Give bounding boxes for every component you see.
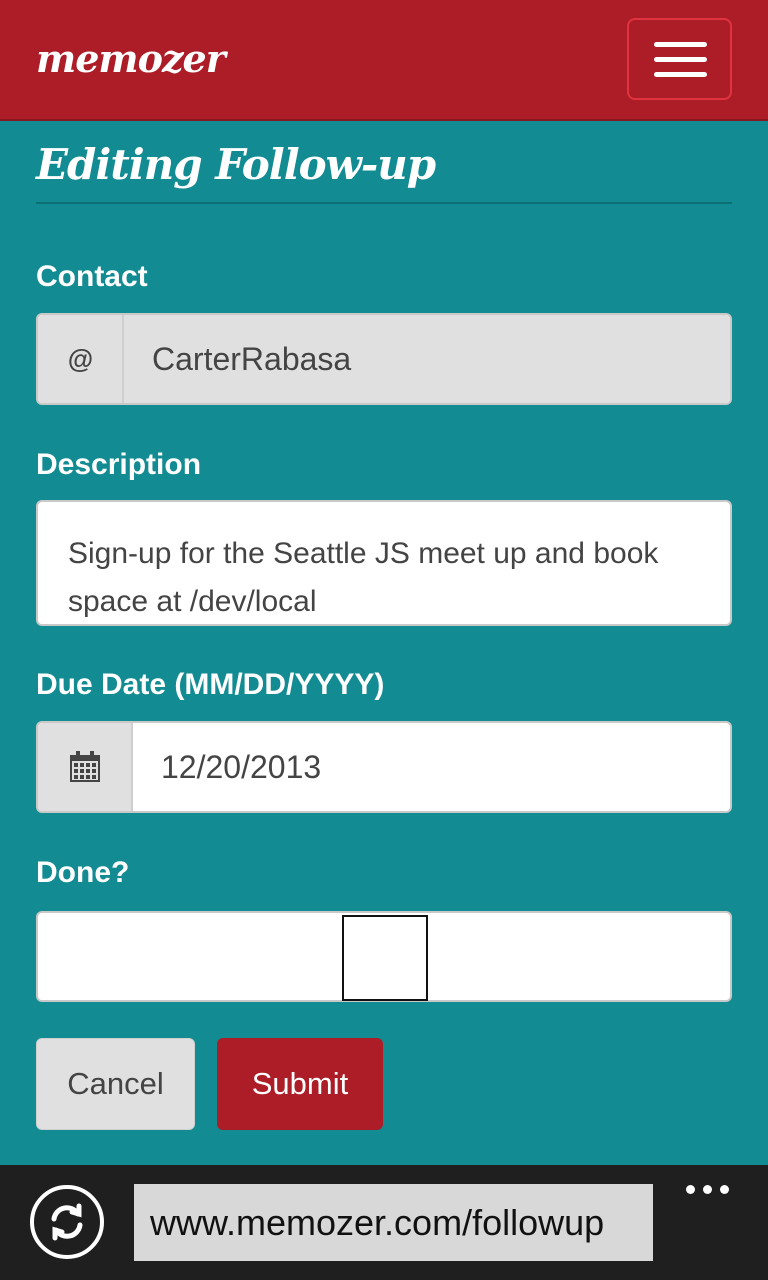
title-divider <box>36 202 732 204</box>
due-date-field[interactable]: 12/20/2013 <box>133 723 730 811</box>
navbar: memozer <box>0 0 768 121</box>
more-options-icon[interactable] <box>686 1179 736 1199</box>
refresh-icon[interactable] <box>30 1185 104 1259</box>
at-icon: @ <box>38 315 124 403</box>
description-label: Description <box>36 448 202 481</box>
hamburger-icon <box>654 42 707 47</box>
more-dot <box>686 1184 695 1194</box>
contact-input-group: @ CarterRabasa <box>36 313 732 405</box>
done-checkbox[interactable] <box>342 915 428 1001</box>
done-label: Done? <box>36 856 130 889</box>
due-date-input-group: 12/20/2013 <box>36 721 732 813</box>
description-textarea[interactable]: Sign-up for the Seattle JS meet up and b… <box>36 500 732 626</box>
brand-logo[interactable]: memozer <box>36 36 226 81</box>
more-dot <box>703 1184 712 1194</box>
done-field <box>36 911 732 1002</box>
contact-label: Contact <box>36 260 148 293</box>
menu-toggle-button[interactable] <box>627 18 732 100</box>
submit-button[interactable]: Submit <box>217 1038 383 1130</box>
address-bar[interactable]: www.memozer.com/followup <box>134 1184 653 1261</box>
browser-app-bar: www.memozer.com/followup <box>0 1165 768 1280</box>
due-date-label: Due Date (MM/DD/YYYY) <box>36 668 385 701</box>
hamburger-icon-bar <box>654 57 707 62</box>
calendar-icon[interactable] <box>38 723 133 811</box>
cancel-button[interactable]: Cancel <box>36 1038 195 1130</box>
page-title: Editing Follow-up <box>36 140 436 189</box>
hamburger-icon-bar <box>654 72 707 77</box>
contact-field[interactable]: CarterRabasa <box>124 315 730 403</box>
more-dot <box>720 1184 729 1194</box>
